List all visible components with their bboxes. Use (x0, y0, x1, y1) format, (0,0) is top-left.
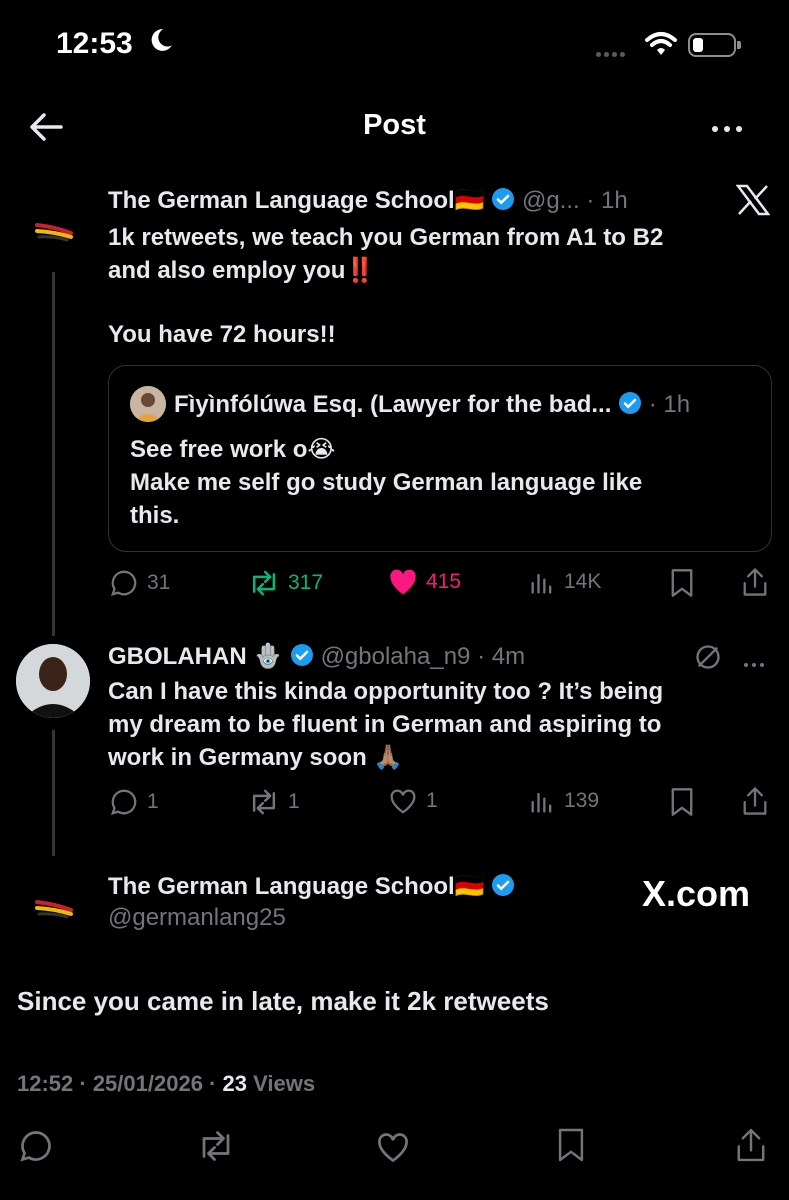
reply-more-icon[interactable] (744, 654, 768, 672)
verified-badge-icon (491, 873, 515, 904)
battery-icon (688, 33, 741, 57)
reply-time: · 4m (477, 643, 526, 670)
retweet-button[interactable]: 1 (248, 787, 300, 817)
views-icon (531, 792, 552, 813)
bookmark-icon[interactable] (669, 568, 695, 603)
reply-text: Can I have this kinda opportunity too ? … (108, 678, 664, 771)
thread-line (52, 730, 55, 856)
retweet-button[interactable]: 317 (248, 568, 323, 598)
reply-header: GBOLAHAN 🪬 @gbolaha_n9 · 4m (108, 642, 525, 674)
quote-author-name: Fìyìnfólúwa Esq. (Lawyer for the bad... (174, 391, 612, 418)
views-button[interactable]: 139 (528, 787, 599, 815)
heart-icon (390, 569, 416, 595)
share-icon[interactable] (741, 566, 769, 603)
reply-icon[interactable] (18, 1128, 54, 1169)
quote-header: Fìyìnfólúwa Esq. (Lawyer for the bad... … (174, 391, 690, 422)
thread-line (52, 272, 55, 636)
reply-author-handle[interactable]: @gbolaha_n9 (321, 643, 471, 670)
quote-text: See free work o😭 Make me self go study G… (130, 436, 643, 529)
quote-avatar (130, 386, 166, 422)
focused-author-name[interactable]: The German Language School🇩🇪 (108, 873, 485, 900)
wifi-icon (644, 31, 678, 62)
quote-time: · 1h (648, 391, 691, 418)
page-title: Post (363, 109, 426, 141)
reply-icon (110, 789, 137, 815)
heart-icon (390, 789, 416, 814)
tweet-time: · 1h (586, 187, 628, 214)
post-meta: 12:52 · 25/01/2026 · 23 Views (17, 1071, 315, 1097)
focused-author: The German Language School🇩🇪 (108, 872, 515, 904)
retweet-icon (252, 570, 276, 596)
verified-badge-icon (290, 643, 314, 674)
more-options-icon[interactable] (712, 124, 748, 135)
share-icon[interactable] (734, 1126, 768, 1169)
verified-badge-icon (491, 187, 515, 218)
tweet-text: 1k retweets, we teach you German from A1… (108, 224, 664, 348)
tweet-header: The German Language School🇩🇪 @g... · 1h (108, 186, 628, 218)
reply-icon (110, 570, 137, 596)
views-count: 23 (222, 1071, 247, 1096)
like-button[interactable]: 415 (388, 568, 461, 596)
bookmark-icon[interactable] (669, 787, 695, 822)
status-time: 12:53 (56, 27, 133, 60)
x-com-watermark: X.com (642, 873, 751, 914)
reply-author-avatar[interactable] (16, 644, 90, 718)
moon-icon (148, 27, 174, 60)
signal-icon (596, 44, 634, 57)
school-logo-avatar[interactable] (27, 203, 81, 257)
author-name[interactable]: The German Language School🇩🇪 (108, 187, 485, 214)
focused-author-handle[interactable]: @germanlang25 (108, 904, 286, 932)
verified-badge-icon (618, 391, 642, 422)
reply-author-name[interactable]: GBOLAHAN 🪬 (108, 643, 283, 670)
school-logo-avatar[interactable] (27, 880, 81, 934)
retweet-icon[interactable] (196, 1128, 236, 1169)
heart-icon[interactable] (375, 1130, 411, 1169)
retweet-icon (252, 789, 276, 815)
views-label: Views (253, 1071, 316, 1096)
author-handle[interactable]: @g... (522, 187, 580, 214)
like-button[interactable]: 1 (388, 787, 438, 815)
share-icon[interactable] (741, 785, 769, 822)
views-icon (531, 573, 552, 594)
reply-button[interactable]: 31 (109, 568, 170, 598)
bookmark-icon[interactable] (556, 1126, 586, 1169)
views-button[interactable]: 14K (528, 568, 601, 596)
reply-button[interactable]: 1 (109, 787, 159, 817)
post-timestamp[interactable]: 12:52 · 25/01/2026 · (17, 1071, 216, 1096)
focused-post-text: Since you came in late, make it 2k retwe… (17, 986, 549, 1016)
x-logo-icon (735, 184, 771, 221)
grok-icon[interactable] (694, 643, 722, 676)
